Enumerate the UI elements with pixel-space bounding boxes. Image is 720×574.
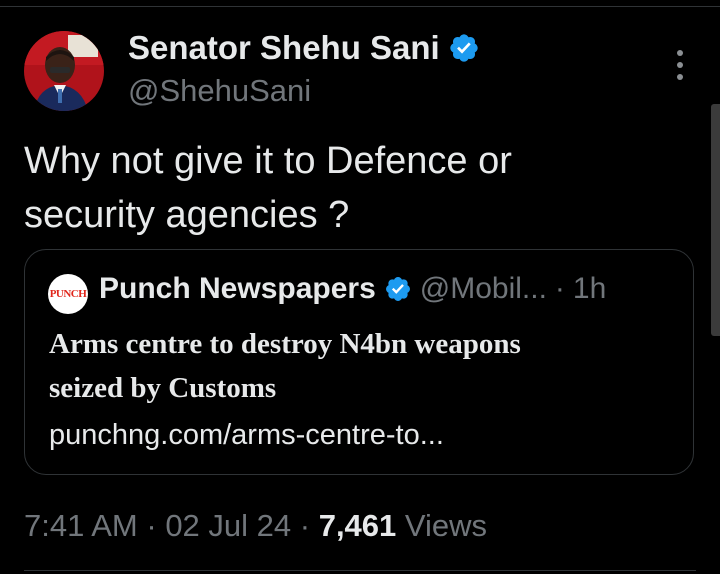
verified-badge-icon[interactable]: [448, 32, 480, 64]
meta-separator: ·: [291, 508, 319, 543]
quoted-tweet-header: Punch Newspapers @Mobil... · 1h: [99, 272, 606, 306]
tweet-text-line: Why not give it to Defence or: [24, 140, 512, 182]
more-dot: [677, 62, 683, 68]
avatar[interactable]: [24, 31, 104, 111]
quoted-time: 1h: [572, 272, 607, 305]
bottom-divider: [24, 570, 696, 571]
meta-separator: ·: [137, 508, 166, 543]
verified-badge-icon: [385, 277, 410, 301]
more-dot: [677, 50, 683, 56]
tweet-time[interactable]: 7:41 AM: [24, 508, 138, 543]
quoted-link[interactable]: punchng.com/arms-centre-to...: [49, 416, 444, 454]
more-vertical-icon[interactable]: [670, 50, 690, 80]
quoted-handle: @Mobil...: [419, 272, 547, 305]
avatar-image: [24, 31, 104, 111]
punch-logo: PUNCH: [48, 274, 88, 314]
more-dot: [677, 74, 683, 80]
quoted-tweet-card[interactable]: PUNCH Punch Newspapers @Mobil... · 1h Ar…: [24, 249, 694, 475]
tweet-text-line: security agencies ?: [24, 194, 350, 236]
views-count[interactable]: 7,461: [319, 508, 397, 543]
author-display-name[interactable]: Senator Shehu Sani: [128, 28, 440, 68]
author-header: Senator Shehu Sani: [128, 28, 480, 68]
tweet-text: Why not give it to Defence or security a…: [24, 134, 664, 242]
top-divider: [0, 6, 720, 7]
author-handle[interactable]: @ShehuSani: [128, 72, 311, 110]
quoted-separator: ·: [554, 272, 565, 305]
quoted-display-name: Punch Newspapers: [99, 272, 376, 305]
tweet-date[interactable]: 02 Jul 24: [165, 508, 291, 543]
punch-logo-text: PUNCH: [49, 288, 87, 300]
scrollbar[interactable]: [711, 104, 720, 336]
quoted-article-title: Arms centre to destroy N4bn weapons seiz…: [49, 322, 669, 410]
views-label[interactable]: Views: [396, 508, 487, 543]
quoted-title-line: seized by Customs: [49, 372, 277, 404]
tweet-meta: 7:41 AM · 02 Jul 24 · 7,461 Views: [24, 506, 487, 546]
quoted-title-line: Arms centre to destroy N4bn weapons: [49, 328, 521, 360]
